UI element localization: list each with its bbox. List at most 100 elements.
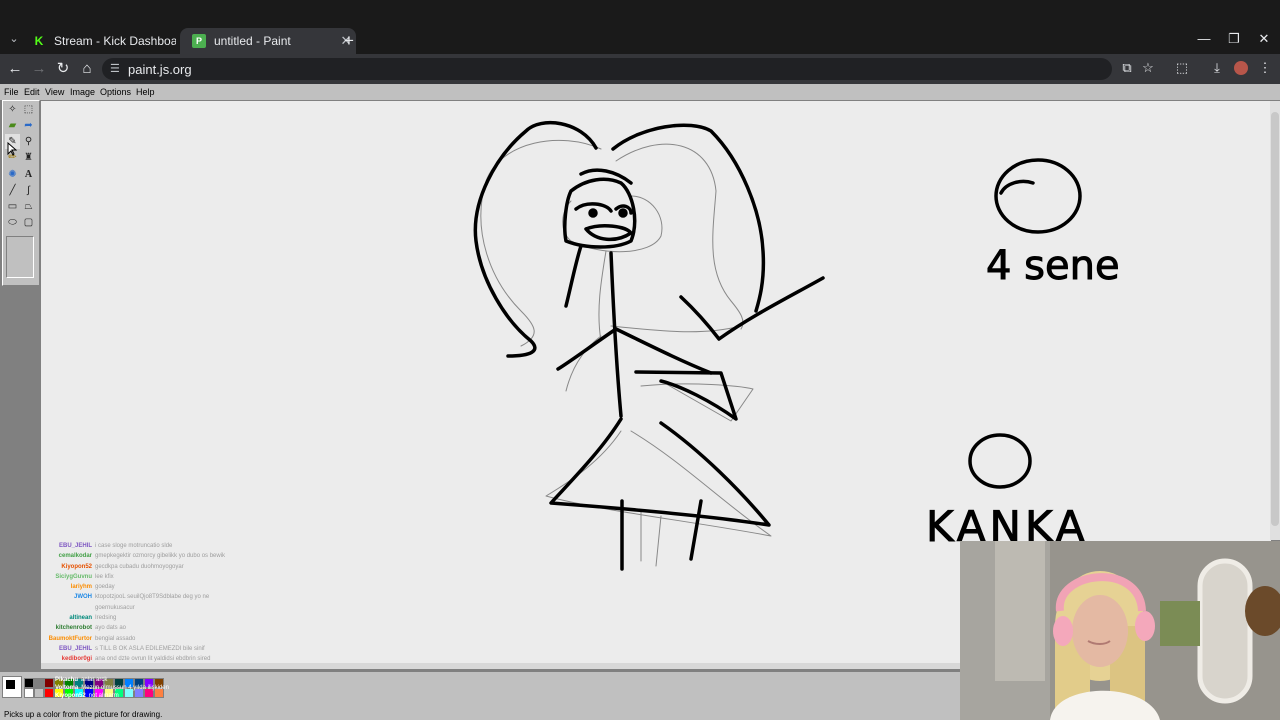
kick-favicon-icon: K	[34, 34, 44, 48]
mouse-cursor-icon	[7, 142, 17, 156]
webcam-image	[960, 541, 1280, 720]
chat-message: SiciygGuvnu lee kfix	[44, 572, 244, 582]
overlay-chat-username: Kiyopon52	[55, 693, 86, 699]
forward-icon[interactable]: →	[30, 60, 48, 78]
restore-icon[interactable]: ❐	[1224, 31, 1244, 47]
chat-username: kedibor0gi	[61, 656, 92, 663]
site-info-icon[interactable]: ☰	[110, 62, 120, 75]
chat-username: Kiyopon52	[61, 563, 92, 570]
chat-message: EBU_JEHIL s TILL B OK ASLA EDILEMEZDI bil…	[44, 644, 244, 654]
back-icon[interactable]: ←	[6, 60, 24, 78]
status-text: Picks up a color from the picture for dr…	[4, 710, 163, 719]
chat-text: ayo dats ao	[95, 625, 127, 632]
chat-username: BaumoktFurtor	[48, 635, 92, 642]
overlay-chat-text: not alınarm	[88, 693, 119, 699]
chat-username: JWOH	[74, 594, 92, 601]
menu-help[interactable]: Help	[136, 87, 155, 97]
paint-favicon-icon: P	[192, 34, 206, 48]
chat-username: kitchenrobot	[55, 625, 92, 632]
brush-icon[interactable]: ♜	[21, 150, 36, 165]
overlay-chat-text: anlar arck	[81, 677, 108, 683]
foreground-color	[6, 680, 15, 689]
curve-icon[interactable]: ∫	[21, 183, 36, 198]
rounded-rect-icon[interactable]: ▢	[21, 215, 36, 230]
download-icon[interactable]: ⤓	[1208, 60, 1226, 76]
address-bar[interactable]	[102, 58, 1112, 80]
tab-title: Stream - Kick Dashboard	[54, 34, 176, 48]
rectangle-icon[interactable]: ▭	[5, 199, 20, 214]
marker-drawing	[473, 120, 825, 571]
chat-message: kitchenrobot ayo dats ao	[44, 623, 244, 633]
overlay-chat-message: Pikachu anlar arck	[55, 676, 205, 684]
fill-icon[interactable]: ➦	[21, 118, 36, 133]
polygon-icon[interactable]: ⏢	[21, 199, 36, 214]
airbrush-icon[interactable]: ✺	[5, 167, 20, 182]
line-icon[interactable]: ╱	[5, 183, 20, 198]
chat-username: lariyhm	[70, 584, 92, 591]
menu-view[interactable]: View	[45, 87, 64, 97]
plus-icon[interactable]: +	[344, 31, 354, 51]
label-4-sene: 4 sene	[986, 243, 1120, 289]
tab-title: untitled - Paint	[214, 34, 291, 48]
tool-options-box[interactable]	[6, 236, 34, 278]
chat-username: EBU_JEHIL	[58, 543, 92, 549]
chat-message: cemalkodar gmepkegektir ozmorcy gibelikk …	[44, 551, 244, 561]
overlay-chat-username: Voltoma	[55, 685, 79, 691]
chat-text: goeday	[95, 584, 115, 591]
webcam-feed	[960, 541, 1280, 720]
star-icon[interactable]: ☆	[1139, 60, 1157, 76]
chat-username: EBU_JEHIL	[58, 645, 92, 652]
chat-text: i case sloge motruncatio slde	[95, 543, 173, 549]
text-tool-icon[interactable]: A	[21, 167, 36, 182]
chat-text: lee kfix	[95, 573, 114, 580]
tab-paint[interactable]: P untitled - Paint ✕	[180, 28, 356, 54]
ellipse-icon[interactable]: ⬭	[5, 215, 20, 230]
chat-username: altinean	[69, 615, 92, 622]
overlay-chat-message: Kiyopon52 not alınarm	[55, 692, 205, 700]
chat-text: ana ond dzte ovrun lit yaldidsi ebdbrin …	[95, 656, 211, 663]
side-drawings	[968, 158, 1082, 489]
url-text[interactable]: paint.js.org	[128, 62, 192, 77]
rect-select-icon[interactable]: ⬚	[21, 102, 36, 117]
chat-text: goernukusacur	[95, 604, 135, 611]
overlay-chat-message: Voltoma Mezun olmuşsun 4 yılda ilişkiden	[55, 684, 205, 692]
chat-text: gmepkegektir ozmorcy gibelikk yo dubo os…	[95, 553, 226, 560]
color-swatch[interactable]	[44, 688, 54, 698]
color-swatch[interactable]	[34, 678, 44, 688]
free-select-icon[interactable]: ✧	[5, 102, 20, 117]
magnifier-icon[interactable]: ⚲	[21, 134, 36, 149]
color-swatch[interactable]	[24, 678, 34, 688]
chat-message: altinean Iredsing	[44, 613, 244, 623]
color-swatch[interactable]	[24, 688, 34, 698]
chat-message: Kiyopon52 gecdkpa cubadu duohmoyogoyar	[44, 562, 244, 572]
menu-image[interactable]: Image	[70, 87, 95, 97]
window-close-icon[interactable]: ✕	[1254, 31, 1274, 47]
vertical-scroll-thumb[interactable]	[1271, 112, 1279, 526]
minimize-icon[interactable]: —	[1194, 31, 1214, 46]
chat-username: SiciygGuvnu	[55, 573, 92, 580]
current-colors[interactable]	[2, 676, 22, 698]
chat-username: cemalkodar	[58, 553, 92, 560]
profile-avatar[interactable]	[1234, 61, 1248, 75]
home-icon[interactable]: ⌂	[78, 60, 96, 78]
menu-options[interactable]: Options	[100, 87, 131, 97]
chat-message: JWOH ktopotzjooL seuilQjo8T9Sdblabe deg y…	[44, 592, 244, 602]
menu-edit[interactable]: Edit	[24, 87, 40, 97]
overlay-chat: Pikachu anlar arck Voltoma Mezun olmuşsun 4…	[55, 676, 205, 700]
chat-text: Iredsing	[95, 615, 117, 622]
eraser-icon[interactable]: ▰	[5, 118, 20, 133]
paint-menubar	[0, 84, 1280, 100]
tab-kick-dashboard[interactable]: K Stream - Kick Dashboard ✕	[20, 28, 196, 54]
chat-message: kedibor0gi ana ond dzte ovrun lit yaldids…	[44, 654, 244, 664]
color-swatch[interactable]	[44, 678, 54, 688]
reload-icon[interactable]: ↻	[54, 60, 72, 78]
kebab-menu-icon[interactable]: ⋮	[1256, 60, 1274, 76]
overlay-chat-username: Pikachu	[55, 677, 79, 683]
chat-text: bengial assado	[95, 635, 136, 642]
chat-text: s TILL B OK ASLA EDILEMEZDI bile sinif	[95, 645, 205, 652]
extensions-icon[interactable]: ⬚	[1173, 60, 1191, 76]
install-icon[interactable]: ⧉	[1118, 60, 1136, 76]
chat-text: ktopotzjooL seuilQjo8T9Sdblabe deg yo ne	[95, 594, 210, 601]
menu-file[interactable]: File	[4, 87, 19, 97]
color-swatch[interactable]	[34, 688, 44, 698]
